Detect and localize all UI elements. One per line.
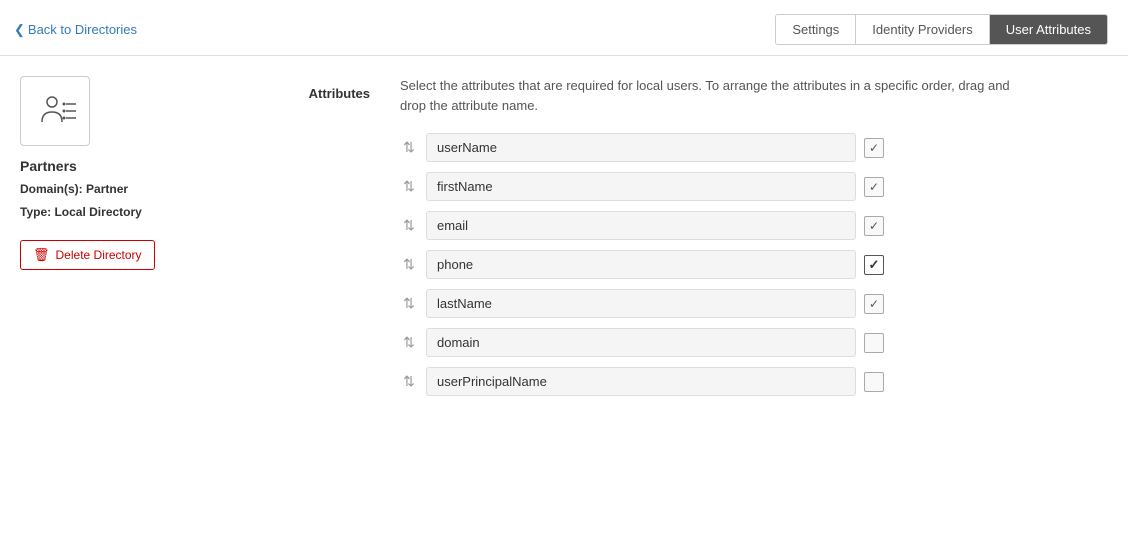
attribute-field-email: email: [426, 211, 856, 240]
drag-handle-icon[interactable]: ⇅: [400, 334, 418, 351]
type-value: Local Directory: [54, 205, 141, 219]
chevron-left-icon: ❮: [14, 22, 25, 38]
back-link-label: Back to Directories: [28, 22, 137, 37]
attribute-checkbox-userprincipalname[interactable]: [864, 372, 884, 392]
attribute-field-domain: domain: [426, 328, 856, 357]
checkmark-icon: ✓: [869, 180, 879, 194]
attribute-row-username: ⇅ userName ✓: [400, 133, 1088, 162]
tab-user-attributes[interactable]: User Attributes: [990, 15, 1107, 44]
type-meta: Type: Local Directory: [20, 203, 180, 222]
attribute-row-userprincipalname: ⇅ userPrincipalName: [400, 367, 1088, 396]
drag-handle-icon[interactable]: ⇅: [400, 256, 418, 273]
attribute-row-lastname: ⇅ lastName ✓: [400, 289, 1088, 318]
checkmark-icon: ✓: [869, 297, 879, 311]
trash-icon: 🗑: [33, 247, 50, 263]
domain-value: Partner: [86, 182, 128, 196]
attribute-row-firstname: ⇅ firstName ✓: [400, 172, 1088, 201]
back-to-directories-link[interactable]: ❮ Back to Directories: [14, 22, 137, 38]
attribute-field-firstname: firstName: [426, 172, 856, 201]
attribute-checkbox-email[interactable]: ✓: [864, 216, 884, 236]
domain-meta: Domain(s): Partner: [20, 180, 180, 199]
attribute-checkbox-domain[interactable]: [864, 333, 884, 353]
tab-group: Settings Identity Providers User Attribu…: [775, 14, 1108, 45]
drag-handle-icon[interactable]: ⇅: [400, 373, 418, 390]
content-column: Select the attributes that are required …: [400, 76, 1128, 406]
drag-handle-icon[interactable]: ⇅: [400, 217, 418, 234]
tab-settings[interactable]: Settings: [776, 15, 856, 44]
delete-directory-button[interactable]: 🗑 Delete Directory: [20, 240, 155, 270]
checkmark-icon: ✓: [869, 141, 879, 155]
header: ❮ Back to Directories Settings Identity …: [0, 0, 1128, 56]
attribute-field-username: userName: [426, 133, 856, 162]
attribute-row-phone: ⇅ phone ✓: [400, 250, 1088, 279]
attribute-row-domain: ⇅ domain: [400, 328, 1088, 357]
main-content: Partners Domain(s): Partner Type: Local …: [0, 56, 1128, 406]
attributes-description: Select the attributes that are required …: [400, 76, 1020, 115]
drag-handle-icon[interactable]: ⇅: [400, 139, 418, 156]
attribute-field-userprincipalname: userPrincipalName: [426, 367, 856, 396]
label-column: Attributes: [200, 76, 400, 406]
tab-identity-providers[interactable]: Identity Providers: [856, 15, 989, 44]
drag-handle-icon[interactable]: ⇅: [400, 295, 418, 312]
attribute-field-phone: phone: [426, 250, 856, 279]
delete-directory-label: Delete Directory: [56, 248, 142, 262]
type-label: Type:: [20, 205, 51, 219]
checkmark-solid-icon: ✓: [869, 257, 880, 273]
domain-label: Domain(s):: [20, 182, 83, 196]
drag-handle-icon[interactable]: ⇅: [400, 178, 418, 195]
attribute-checkbox-username[interactable]: ✓: [864, 138, 884, 158]
attribute-checkbox-firstname[interactable]: ✓: [864, 177, 884, 197]
attribute-checkbox-lastname[interactable]: ✓: [864, 294, 884, 314]
directory-name: Partners: [20, 158, 180, 174]
directory-icon: [20, 76, 90, 146]
attributes-label: Attributes: [309, 84, 370, 406]
attribute-checkbox-phone[interactable]: ✓: [864, 255, 884, 275]
attribute-row-email: ⇅ email ✓: [400, 211, 1088, 240]
attribute-field-lastname: lastName: [426, 289, 856, 318]
checkmark-icon: ✓: [869, 219, 879, 233]
sidebar: Partners Domain(s): Partner Type: Local …: [0, 76, 200, 406]
